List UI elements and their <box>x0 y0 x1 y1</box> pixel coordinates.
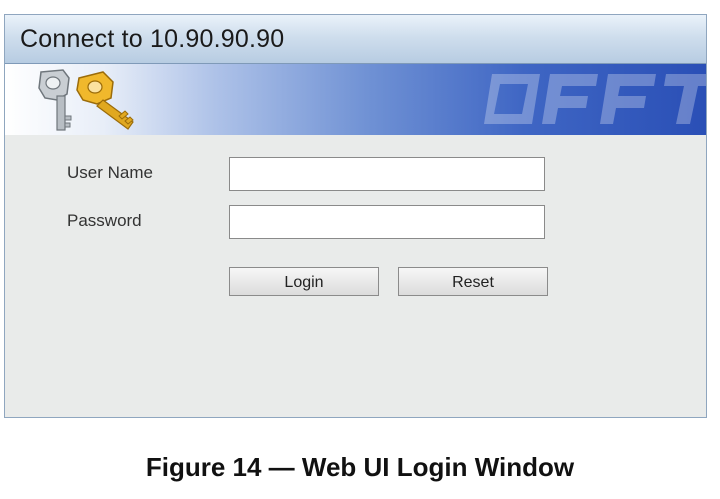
brand-watermark <box>484 74 706 124</box>
figure-caption: Figure 14 — Web UI Login Window <box>145 452 575 482</box>
password-label: Password <box>67 211 142 230</box>
password-input[interactable] <box>229 205 545 239</box>
username-input[interactable] <box>229 157 545 191</box>
dialog-banner <box>5 64 706 135</box>
login-button[interactable]: Login <box>229 267 379 296</box>
reset-button[interactable]: Reset <box>398 267 548 296</box>
dialog-title: Connect to 10.90.90.90 <box>20 25 285 53</box>
page: Connect to 10.90.90.90 User Name Passwor… <box>0 0 720 499</box>
username-label: User Name <box>67 163 153 182</box>
login-form: User Name Password Login Reset <box>5 135 706 417</box>
keys-icon <box>38 69 134 131</box>
login-dialog: Connect to 10.90.90.90 User Name Passwor… <box>4 14 707 418</box>
dialog-title-bar: Connect to 10.90.90.90 <box>5 15 706 64</box>
